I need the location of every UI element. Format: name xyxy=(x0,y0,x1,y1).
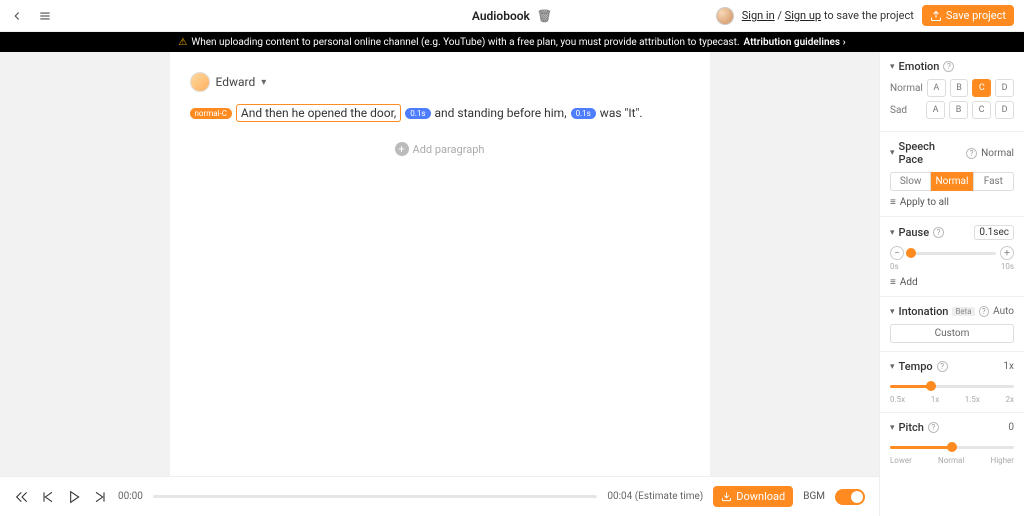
pause-pill[interactable]: 0.1s xyxy=(405,108,430,119)
speaker-avatar xyxy=(190,72,210,92)
pause-minus-button[interactable]: − xyxy=(890,246,904,260)
player-bar: 00:00 00:04 (Estimate time) Download BGM xyxy=(0,476,879,516)
emotion-row-label: Sad xyxy=(890,105,922,116)
sign-up-link[interactable]: Sign up xyxy=(785,9,821,22)
plus-icon: + xyxy=(395,142,409,156)
current-time: 00:00 xyxy=(118,491,143,502)
speaker-selector[interactable]: Edward ▾ xyxy=(190,72,690,92)
pause-pill[interactable]: 0.1s xyxy=(571,108,596,119)
emotion-option[interactable]: D xyxy=(995,101,1014,119)
tempo-section: ▾Tempo?1x 0.5x1x1.5x2x xyxy=(880,352,1024,413)
pace-option[interactable]: Fast xyxy=(973,172,1014,191)
next-icon[interactable] xyxy=(92,489,108,505)
help-icon[interactable]: ? xyxy=(979,306,990,317)
tempo-slider[interactable] xyxy=(890,385,1014,388)
emotion-row-label: Normal xyxy=(890,83,923,94)
pitch-section: ▾Pitch?0 LowerNormalHigher xyxy=(880,413,1024,473)
attribution-banner: ⚠ When uploading content to personal onl… xyxy=(0,32,1024,52)
intonation-section: ▾IntonationBeta?Auto Custom xyxy=(880,297,1024,352)
emotion-tag[interactable]: normal-C xyxy=(190,108,232,119)
emotion-option[interactable]: A xyxy=(927,79,946,97)
attribution-link[interactable]: Attribution guidelines › xyxy=(743,37,845,48)
intonation-custom-button[interactable]: Custom xyxy=(890,324,1014,343)
download-button[interactable]: Download xyxy=(713,486,793,507)
text-segment[interactable]: was "It". xyxy=(600,106,643,120)
help-icon[interactable]: ? xyxy=(937,361,948,372)
emotion-option[interactable]: B xyxy=(949,101,968,119)
pitch-slider[interactable] xyxy=(890,446,1014,449)
top-bar: Audiobook 🗑 Sign in / Sign up to save th… xyxy=(0,0,1024,32)
pace-option[interactable]: Normal xyxy=(931,172,972,191)
menu-icon[interactable] xyxy=(38,9,52,23)
emotion-option[interactable]: C xyxy=(972,101,991,119)
document-canvas: Edward ▾ normal-C And then he opened the… xyxy=(170,52,710,516)
pace-section: ▾Speech Pace?Normal SlowNormalFast ≡ App… xyxy=(880,132,1024,217)
emotion-option[interactable]: B xyxy=(950,79,969,97)
text-segment[interactable]: and standing before him, xyxy=(435,106,567,120)
save-project-button[interactable]: Save project xyxy=(922,5,1014,26)
progress-bar[interactable] xyxy=(153,495,597,498)
pause-add-button[interactable]: ≡ Add xyxy=(890,277,1014,288)
text-segment-selected[interactable]: And then he opened the door, xyxy=(236,104,401,122)
pause-slider[interactable] xyxy=(908,252,996,255)
warning-icon: ⚠ xyxy=(178,37,187,48)
trash-icon: 🗑 xyxy=(537,9,552,23)
bgm-toggle[interactable] xyxy=(835,489,865,505)
emotion-option[interactable]: D xyxy=(995,79,1014,97)
emotion-option[interactable]: C xyxy=(972,79,991,97)
sign-in-link[interactable]: Sign in xyxy=(742,9,775,22)
help-icon[interactable]: ? xyxy=(928,422,939,433)
chevron-down-icon: ▾ xyxy=(261,77,266,88)
help-icon[interactable]: ? xyxy=(966,148,977,159)
estimate-time: 00:04 (Estimate time) xyxy=(607,491,703,502)
auth-text: Sign in / Sign up to save the project xyxy=(742,9,914,22)
script-line[interactable]: normal-C And then he opened the door, 0.… xyxy=(190,104,690,122)
emotion-option[interactable]: A xyxy=(926,101,945,119)
apply-to-all-button[interactable]: ≡ Apply to all xyxy=(890,197,1014,208)
avatar[interactable] xyxy=(716,7,734,25)
help-icon[interactable]: ? xyxy=(943,61,954,72)
rewind-all-icon[interactable] xyxy=(14,489,30,505)
pause-section: ▾Pause?0.1sec − + 0s10s ≡ Add xyxy=(880,217,1024,297)
pace-option[interactable]: Slow xyxy=(890,172,931,191)
emotion-section: ▾Emotion? NormalABCDSadABCD xyxy=(880,52,1024,132)
add-paragraph-button[interactable]: + Add paragraph xyxy=(190,142,690,156)
pause-plus-button[interactable]: + xyxy=(1000,246,1014,260)
help-icon[interactable]: ? xyxy=(933,227,944,238)
back-icon[interactable] xyxy=(10,9,24,23)
bgm-label: BGM xyxy=(803,491,825,502)
play-icon[interactable] xyxy=(66,489,82,505)
prev-icon[interactable] xyxy=(40,489,56,505)
properties-sidebar: ▾Emotion? NormalABCDSadABCD ▾Speech Pace… xyxy=(879,52,1024,516)
